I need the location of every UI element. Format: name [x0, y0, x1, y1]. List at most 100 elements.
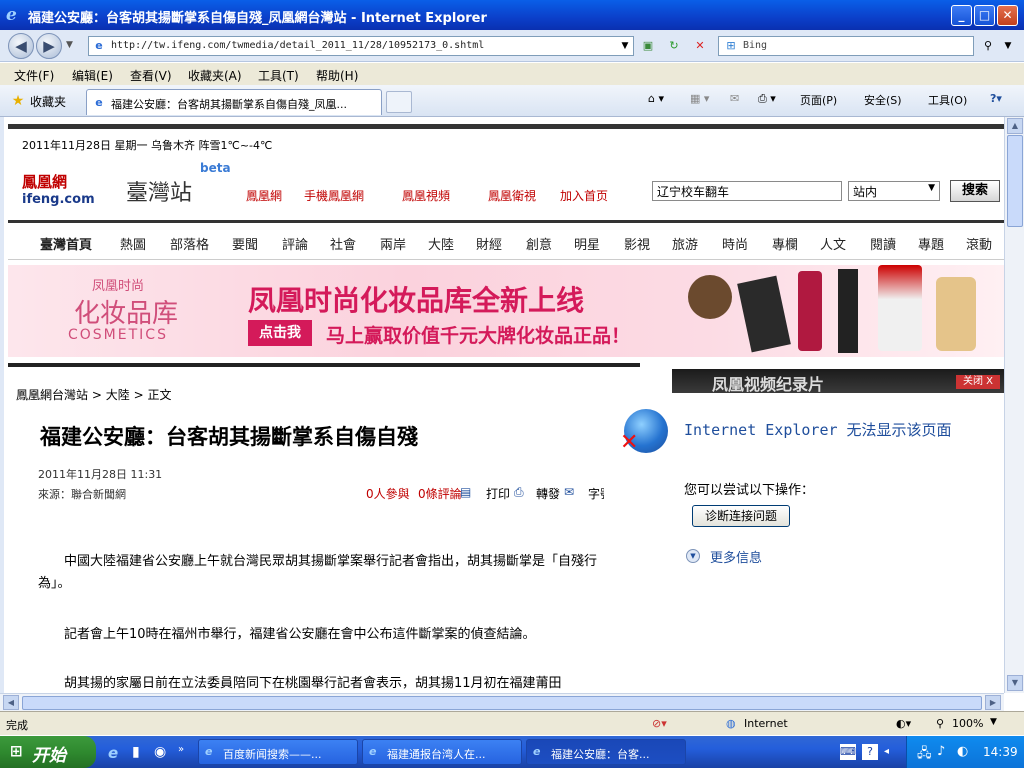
address-bar[interactable]: e http://tw.ifeng.com/twmedia/detail_201… — [88, 36, 634, 56]
link-ifeng-video[interactable]: 鳳凰視頻 — [402, 187, 450, 204]
address-dropdown-icon[interactable]: ▼ — [617, 38, 633, 54]
start-button[interactable]: ⊞ 开始 — [0, 736, 96, 768]
back-button[interactable]: ◀ — [8, 33, 34, 59]
search-options-icon[interactable]: ▼ — [1000, 38, 1016, 54]
close-button[interactable]: ✕ — [997, 5, 1018, 26]
ifeng-logo[interactable]: 鳳凰網 ifeng.com — [22, 171, 95, 207]
breadcrumb-mainland[interactable]: 大陸 — [106, 388, 130, 402]
menu-file[interactable]: 文件(F) — [14, 67, 54, 84]
stop-icon[interactable]: ✕ — [692, 38, 708, 54]
quicklaunch-desktop-icon[interactable]: ◉ — [154, 744, 166, 760]
keyboard-icon[interactable]: ⌨ — [840, 744, 856, 760]
nav-special[interactable]: 專題 — [918, 234, 944, 253]
zoom-level[interactable]: 100% — [952, 717, 983, 730]
menu-favorites[interactable]: 收藏夹(A) — [188, 67, 242, 84]
expand-chevron-icon[interactable]: ▼ — [686, 549, 700, 563]
protected-mode-icon[interactable]: ◐▾ — [896, 717, 911, 730]
new-tab-button[interactable] — [386, 91, 412, 113]
refresh-icon[interactable]: ↻ — [666, 38, 682, 54]
nav-mainland[interactable]: 大陸 — [428, 234, 454, 253]
nav-reading[interactable]: 閱讀 — [870, 234, 896, 253]
help-icon[interactable]: ?▾ — [990, 92, 1002, 105]
breadcrumb-home[interactable]: 鳳凰網台灣站 — [16, 388, 88, 402]
safety-menu[interactable]: 安全(S) — [864, 92, 902, 108]
scroll-right-button[interactable]: ▶ — [985, 695, 1001, 710]
menu-edit[interactable]: 编辑(E) — [72, 67, 113, 84]
banner-cta-button[interactable]: 点击我 — [248, 320, 312, 346]
nav-finance[interactable]: 財經 — [476, 234, 502, 253]
tray-expand-icon[interactable]: ◂ — [884, 746, 889, 757]
video-ad-bar[interactable]: 凤凰视频纪录片 — [672, 369, 1004, 394]
link-ifeng-tv[interactable]: 鳳凰衛視 — [488, 187, 536, 204]
nav-blog[interactable]: 部落格 — [170, 234, 209, 253]
nav-fashion[interactable]: 時尚 — [722, 234, 748, 253]
task-item-baidu[interactable]: e 百度新闻搜索——... — [198, 739, 358, 765]
favorites-label[interactable]: 收藏夹 — [30, 93, 66, 110]
more-info-link[interactable]: 更多信息 — [710, 547, 762, 566]
task-item-current[interactable]: e 福建公安廳：台客... — [526, 739, 686, 765]
window-titlebar[interactable]: e 福建公安廳：台客胡其揚斷掌系自傷自殘_凤凰網台灣站 - Internet E… — [0, 0, 1024, 30]
home-icon[interactable]: ⌂ ▾ — [648, 92, 664, 105]
help-icon[interactable]: ? — [862, 744, 878, 760]
vertical-scroll-thumb[interactable] — [1007, 135, 1023, 227]
tools-menu[interactable]: 工具(O) — [928, 92, 967, 108]
quicklaunch-media-icon[interactable]: ▮ — [132, 744, 140, 760]
nav-society[interactable]: 社會 — [330, 234, 356, 253]
nav-hot-pics[interactable]: 熱圖 — [120, 234, 146, 253]
minimize-button[interactable]: _ — [951, 5, 972, 26]
scroll-up-button[interactable]: ▲ — [1007, 118, 1023, 134]
favorites-star-icon[interactable]: ★ — [10, 93, 26, 109]
print-link[interactable]: 打印 — [486, 485, 510, 502]
search-icon[interactable]: ⚲ — [980, 38, 996, 54]
nav-travel[interactable]: 旅游 — [672, 234, 698, 253]
nav-rolling[interactable]: 滾動 — [966, 234, 992, 253]
forward-button[interactable]: ▶ — [36, 33, 62, 59]
site-search-button[interactable]: 搜索 — [950, 180, 1000, 202]
quicklaunch-ie-icon[interactable]: e — [108, 744, 118, 762]
search-input[interactable]: ⊞ Bing — [718, 36, 974, 56]
menu-view[interactable]: 查看(V) — [130, 67, 172, 84]
compat-view-icon[interactable]: ▣ — [640, 38, 656, 54]
maximize-button[interactable]: □ — [974, 5, 995, 26]
task-item-fujian[interactable]: e 福建通报台湾人在... — [362, 739, 522, 765]
page-menu[interactable]: 页面(P) — [800, 92, 837, 108]
nav-opinion[interactable]: 評論 — [282, 234, 308, 253]
video-ad-close-button[interactable]: 关闭 X — [956, 375, 1000, 389]
menu-tools[interactable]: 工具(T) — [258, 67, 299, 84]
site-search-scope[interactable]: 站内 ▼ — [848, 181, 940, 201]
zoom-dropdown-icon[interactable]: ▼ — [990, 717, 997, 727]
link-mobile-ifeng[interactable]: 手機鳳凰網 — [304, 187, 364, 204]
nav-creative[interactable]: 創意 — [526, 234, 552, 253]
volume-icon[interactable]: ♪ — [937, 744, 945, 759]
nav-column[interactable]: 專欄 — [772, 234, 798, 253]
rss-icon[interactable]: ▦ ▾ — [690, 92, 709, 105]
link-add-homepage[interactable]: 加入首页 — [560, 187, 608, 204]
nav-stars[interactable]: 明星 — [574, 234, 600, 253]
network-icon[interactable]: 🖧 — [917, 744, 932, 766]
clock[interactable]: 14:39 — [983, 745, 1018, 759]
forward-link[interactable]: 轉發 — [536, 485, 560, 502]
site-search-input[interactable]: 辽宁校车翻车 — [652, 181, 842, 201]
tab-active[interactable]: e 福建公安廳：台客胡其揚斷掌系自傷自殘_凤凰... — [86, 89, 382, 115]
scroll-left-button[interactable]: ◀ — [3, 695, 19, 710]
security-icon[interactable]: ◐ — [957, 744, 968, 759]
nav-film[interactable]: 影視 — [624, 234, 650, 253]
cosmetics-banner[interactable]: 凤凰时尚 化妆品库 COSMETICS 凤凰时尚化妆品库全新上线 点击我 马上赢… — [8, 265, 1004, 357]
nav-headlines[interactable]: 要聞 — [232, 234, 258, 253]
quicklaunch-expand-icon[interactable]: » — [178, 744, 184, 755]
print-icon[interactable]: ⎙ ▾ — [758, 92, 776, 106]
history-dropdown-icon[interactable]: ▼ — [66, 40, 73, 50]
nav-cross-strait[interactable]: 兩岸 — [380, 234, 406, 253]
comments-link[interactable]: 0條評論 — [418, 485, 462, 502]
font-size-link[interactable]: 字號 — [588, 485, 604, 502]
mail-icon[interactable]: ✉ — [730, 92, 739, 105]
horizontal-scroll-thumb[interactable] — [22, 696, 982, 710]
nav-taiwan-home[interactable]: 臺灣首頁 — [40, 234, 92, 253]
diagnose-connection-button[interactable]: 诊断连接问题 — [692, 505, 790, 527]
nav-culture[interactable]: 人文 — [820, 234, 846, 253]
scroll-down-button[interactable]: ▼ — [1007, 675, 1023, 691]
link-ifeng[interactable]: 鳳凰網 — [246, 187, 282, 204]
horizontal-scrollbar[interactable]: ◀ ▶ — [0, 693, 1004, 711]
participants-link[interactable]: 0人參與 — [366, 485, 410, 502]
vertical-scrollbar[interactable]: ▲ ▼ — [1004, 117, 1024, 693]
